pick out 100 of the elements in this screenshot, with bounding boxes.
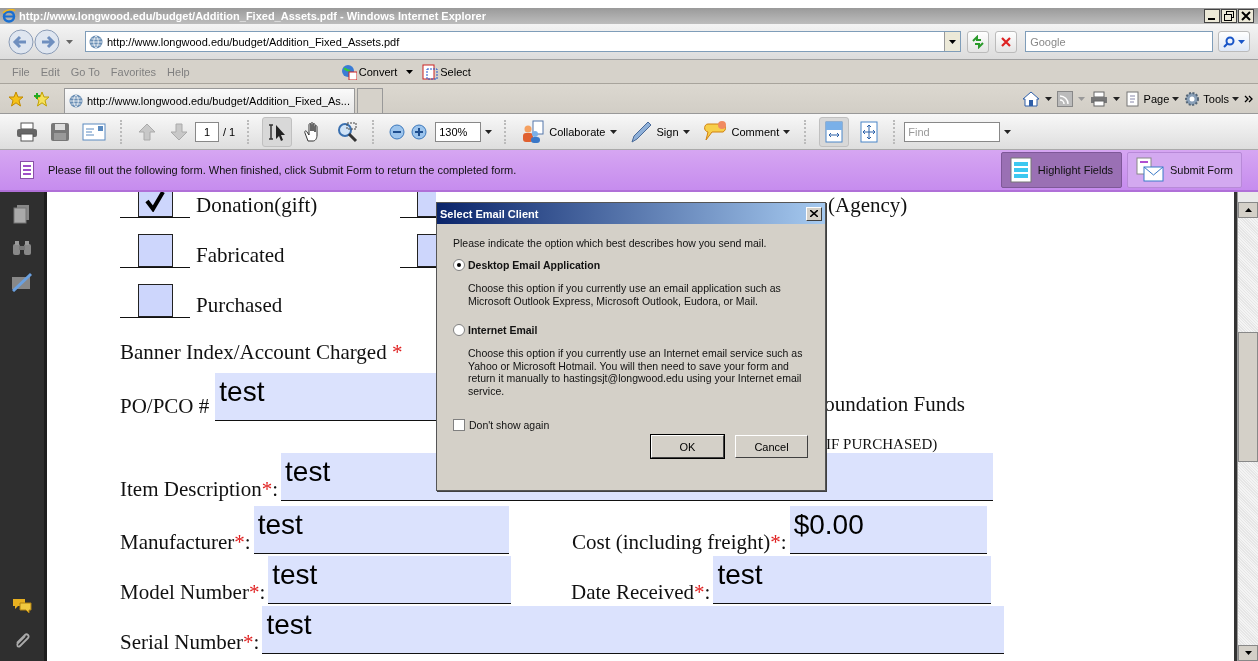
comment-button[interactable]: Comment [701,119,791,144]
search-field[interactable]: Google [1025,31,1214,52]
cancel-button[interactable]: Cancel [735,435,808,458]
window-title: http://www.longwood.edu/budget/Addition_Fixed_Assets.pdf - Windows Internet Explorer [19,10,487,22]
zoom-out-icon[interactable] [389,123,406,140]
radio-option[interactable]: Desktop Email Application [453,259,809,271]
globe-pdf-icon [340,63,357,80]
caret-icon[interactable] [1238,39,1245,44]
address-field[interactable]: http://www.longwood.edu/budget/Addition_Fixed_Assets.pdf [84,31,962,52]
fit-width-icon [824,120,845,143]
star-icon[interactable] [8,90,24,107]
close-button[interactable] [806,206,822,221]
caret-icon[interactable] [1112,96,1120,101]
caret-icon[interactable] [1004,129,1012,134]
back-icon[interactable] [8,28,34,55]
caret-icon[interactable] [1232,96,1239,101]
text-field[interactable]: $0.00 [789,506,987,554]
checkbox[interactable] [417,192,436,217]
close-icon[interactable] [1238,9,1254,23]
field-label: Date Received*: [571,580,711,604]
restore-icon[interactable] [1221,9,1237,23]
scroll-up-button[interactable] [1238,202,1258,218]
caret-icon[interactable] [682,129,690,134]
zoom-in-icon[interactable] [411,123,428,140]
gear-icon [1184,90,1201,107]
convert-button[interactable]: Convert [340,63,398,80]
field-label: Banner Index/Account Charged * [120,339,403,366]
checkbox[interactable] [137,234,173,267]
checkbox-label: Donation(gift) [196,192,319,218]
text-field[interactable]: test [262,606,1005,654]
field-label: PO/PCO # [120,393,210,420]
stop-icon [1000,35,1013,48]
form-text: IF PURCHASED) [826,435,938,454]
caret-icon[interactable] [949,39,957,44]
scroll-down-button[interactable] [1238,645,1258,661]
check-icon [144,192,166,212]
signature-icon[interactable] [11,272,33,292]
form-message: Please fill out the following form. When finished, click Submit Form to return the completed form. [48,164,517,176]
tools-button[interactable]: Tools [1184,90,1239,107]
checkbox[interactable] [453,419,465,431]
form-document-icon [20,161,34,179]
field-label: Item Description*: [120,477,279,501]
caret-icon[interactable] [609,129,617,134]
pdf-select-icon [422,63,439,80]
stop-button[interactable] [995,30,1018,53]
save-icon[interactable] [50,121,70,142]
up-triangle-icon [1244,208,1252,212]
zoom-tool-icon[interactable] [336,120,359,143]
comments-icon[interactable] [11,597,33,615]
highlight-fields-button[interactable]: Highlight Fields [1000,152,1123,188]
checkbox-option[interactable]: Don't show again [453,419,809,431]
fit-page-icon[interactable] [859,120,880,143]
refresh-button[interactable] [967,30,990,53]
collaborate-button[interactable]: Collaborate [521,119,617,144]
ie-logo-icon [2,9,16,23]
field-label: Serial Number*: [120,630,260,654]
checkbox[interactable] [417,234,436,267]
paperclip-icon[interactable] [13,631,31,651]
caret-icon[interactable] [1044,96,1052,101]
minimize-icon[interactable] [1204,9,1220,23]
select-button[interactable]: Select [422,63,471,80]
search-button[interactable] [1218,31,1250,52]
radio-option[interactable]: Internet Email [453,324,809,336]
dialog-title: Select Email Client [440,207,540,220]
text-field[interactable]: test [713,556,992,604]
text-field[interactable]: test [268,556,512,604]
select-tool-button[interactable] [262,116,293,147]
highlight-fields-icon [1009,157,1032,183]
close-icon [810,210,818,217]
scrollbar-thumb[interactable] [1238,332,1258,462]
checkbox[interactable] [137,192,173,217]
print-icon[interactable] [16,121,38,142]
browser-tab[interactable]: http://www.longwood.edu/budget/Addition_Fixed_As... [64,88,355,113]
chevron-icon[interactable] [1244,93,1254,104]
page-number-field[interactable]: 1 [195,121,219,142]
down-triangle-icon [1244,651,1252,655]
radio-button[interactable] [453,324,465,336]
printer-icon[interactable] [1089,90,1108,107]
email-icon[interactable] [82,122,106,141]
page-button[interactable]: Page [1124,90,1180,107]
submit-form-button[interactable]: Submit Form [1127,152,1242,188]
caret-icon[interactable] [1172,96,1180,101]
search-icon [1223,35,1235,48]
form-text: oundation Funds [824,391,965,418]
caret-icon[interactable] [783,129,791,134]
radio-button[interactable] [453,259,465,271]
find-field[interactable]: Find [904,121,1001,142]
home-icon[interactable] [1021,90,1040,107]
caret-icon[interactable] [406,69,414,74]
ok-button[interactable]: OK [651,435,724,458]
zoom-field[interactable]: 130% [435,121,482,142]
field-label: Manufacturer*: [120,530,251,554]
pages-icon[interactable] [13,204,31,224]
caret-icon[interactable] [485,129,493,134]
text-field[interactable]: test [253,506,509,554]
forward-icon[interactable] [34,28,60,55]
binoculars-icon[interactable] [12,240,32,256]
checkbox[interactable] [137,284,173,317]
page-icon [1124,90,1141,107]
sign-button[interactable]: Sign [628,119,690,144]
